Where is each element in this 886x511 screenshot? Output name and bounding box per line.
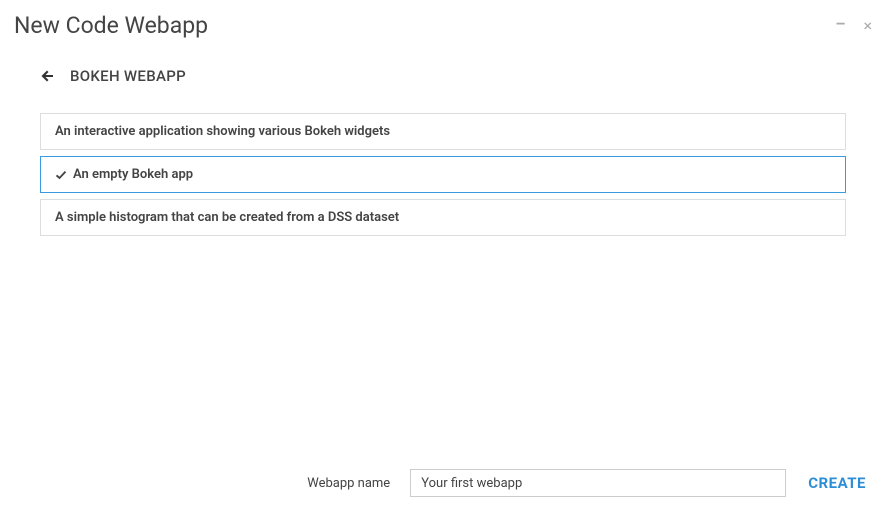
webapp-name-label: Webapp name [307,476,390,491]
window-controls: – × [835,18,872,34]
dialog-header: New Code Webapp – × [0,0,886,67]
template-option-label: A simple histogram that can be created f… [55,210,399,225]
close-icon[interactable]: × [863,18,872,34]
template-option[interactable]: An empty Bokeh app [40,156,846,193]
template-options-list: An interactive application showing vario… [0,113,886,236]
template-option-label: An interactive application showing vario… [55,124,390,139]
create-button[interactable]: CREATE [806,470,868,496]
webapp-type-title: BOKEH WEBAPP [70,67,186,85]
template-option[interactable]: A simple histogram that can be created f… [40,199,846,236]
back-arrow-icon[interactable] [40,68,56,84]
dialog-title: New Code Webapp [14,12,208,39]
dialog-footer: Webapp name CREATE [0,469,886,497]
check-icon [55,169,67,181]
template-option-label: An empty Bokeh app [73,167,193,182]
minimize-icon[interactable]: – [835,16,845,32]
breadcrumb: BOKEH WEBAPP [0,67,886,113]
webapp-name-input[interactable] [410,469,786,497]
template-option[interactable]: An interactive application showing vario… [40,113,846,150]
